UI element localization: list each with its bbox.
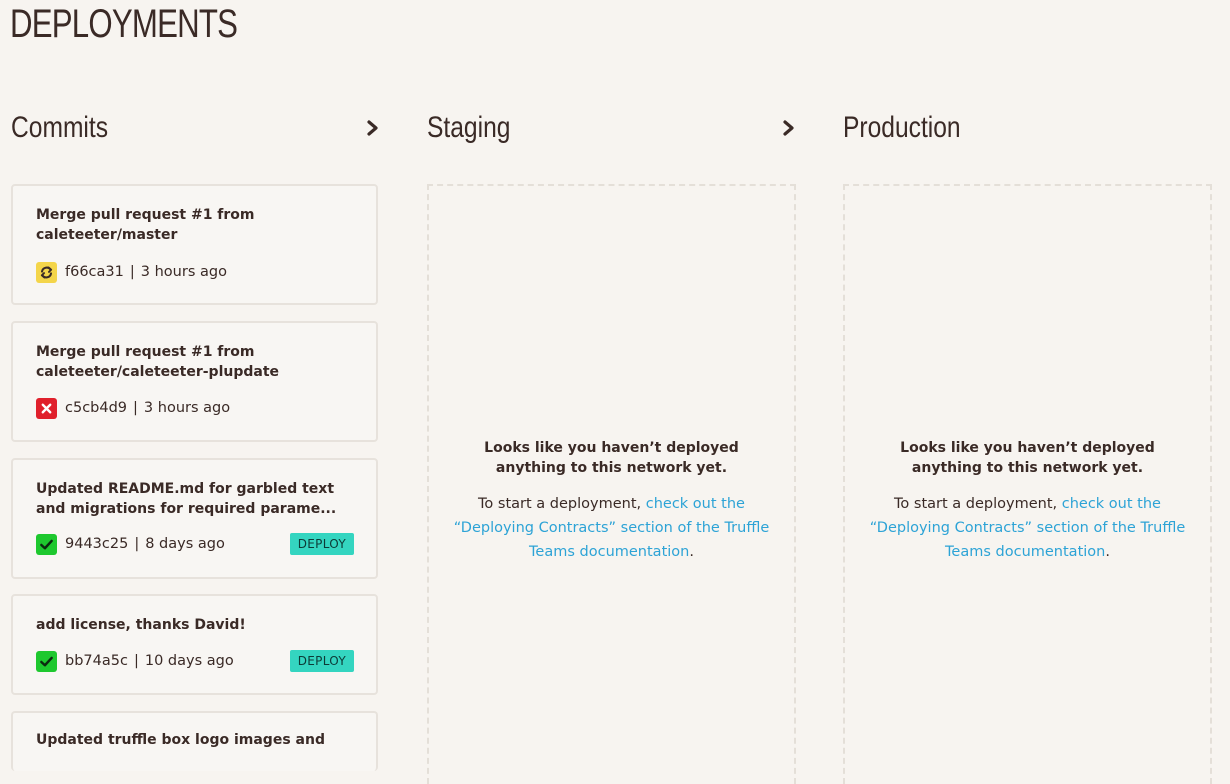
commit-meta: f66ca31 | 3 hours ago <box>36 261 227 283</box>
commit-card[interactable]: Merge pull request #1 from caleteeter/ca… <box>11 321 378 442</box>
chevron-right-icon[interactable] <box>363 118 383 138</box>
empty-state-body: To start a deployment, check out the “De… <box>447 492 776 564</box>
commit-message: Merge pull request #1 from caleteeter/ca… <box>36 344 280 380</box>
production-column-header: Production <box>843 108 1215 148</box>
deploy-button[interactable]: DEPLOY <box>289 533 354 555</box>
meta-separator: | <box>133 653 139 669</box>
production-deployments-area: Looks like you haven’t deployed anything… <box>843 184 1212 784</box>
meta-separator: | <box>129 264 135 280</box>
commit-message: Updated truffle box logo images and <box>36 732 325 748</box>
page-title: DEPLOYMENTS <box>10 2 238 46</box>
commit-meta: c5cb4d9 | 3 hours ago <box>36 397 230 419</box>
commit-hash[interactable]: 9443c25 <box>65 536 128 552</box>
commit-message: Updated README.md for garbled text and m… <box>36 481 337 517</box>
commit-hash[interactable]: bb74a5c <box>65 653 128 669</box>
empty-state-heading: Looks like you haven’t deployed anything… <box>900 440 1155 476</box>
production-column-title: Production <box>843 111 961 144</box>
staging-column-title: Staging <box>427 111 511 144</box>
meta-separator: | <box>133 400 138 416</box>
empty-state-suffix: . <box>689 544 694 560</box>
commits-column-title: Commits <box>11 111 109 144</box>
empty-state-suffix: . <box>1105 544 1110 560</box>
commit-card[interactable]: Updated README.md for garbled text and m… <box>11 458 378 579</box>
commit-card[interactable]: Merge pull request #1 from caleteeter/ma… <box>11 184 378 305</box>
deploy-button[interactable]: DEPLOY <box>289 650 354 672</box>
commit-age: 8 days ago <box>145 536 225 552</box>
check-icon <box>36 650 57 672</box>
commit-age: 3 hours ago <box>140 264 227 280</box>
commit-age: 3 hours ago <box>143 400 231 416</box>
x-icon <box>36 397 57 419</box>
empty-state-body: To start a deployment, check out the “De… <box>863 492 1192 564</box>
empty-state-prefix: To start a deployment, <box>894 496 1062 512</box>
commit-message: add license, thanks David! <box>36 617 246 633</box>
check-icon <box>36 533 57 555</box>
staging-deployments-area: Looks like you haven’t deployed anything… <box>427 184 796 784</box>
commits-column-header: Commits <box>11 108 383 148</box>
meta-separator: | <box>134 536 140 552</box>
commit-meta: bb74a5c | 10 days ago <box>36 650 234 672</box>
commit-hash[interactable]: c5cb4d9 <box>65 400 127 416</box>
chevron-right-icon[interactable] <box>779 118 799 138</box>
commit-card[interactable]: add license, thanks David! bb74a5c | 10 … <box>11 594 378 695</box>
empty-state-heading: Looks like you haven’t deployed anything… <box>484 440 739 476</box>
staging-column-header: Staging <box>427 108 799 148</box>
commit-age: 10 days ago <box>144 653 234 669</box>
commit-card[interactable]: Updated truffle box logo images and <box>11 711 378 771</box>
commit-hash[interactable]: f66ca31 <box>65 264 124 280</box>
commit-message: Merge pull request #1 from caleteeter/ma… <box>36 207 255 243</box>
commit-meta: 9443c25 | 8 days ago <box>36 533 225 555</box>
empty-state-prefix: To start a deployment, <box>478 496 646 512</box>
refresh-icon <box>36 261 57 283</box>
